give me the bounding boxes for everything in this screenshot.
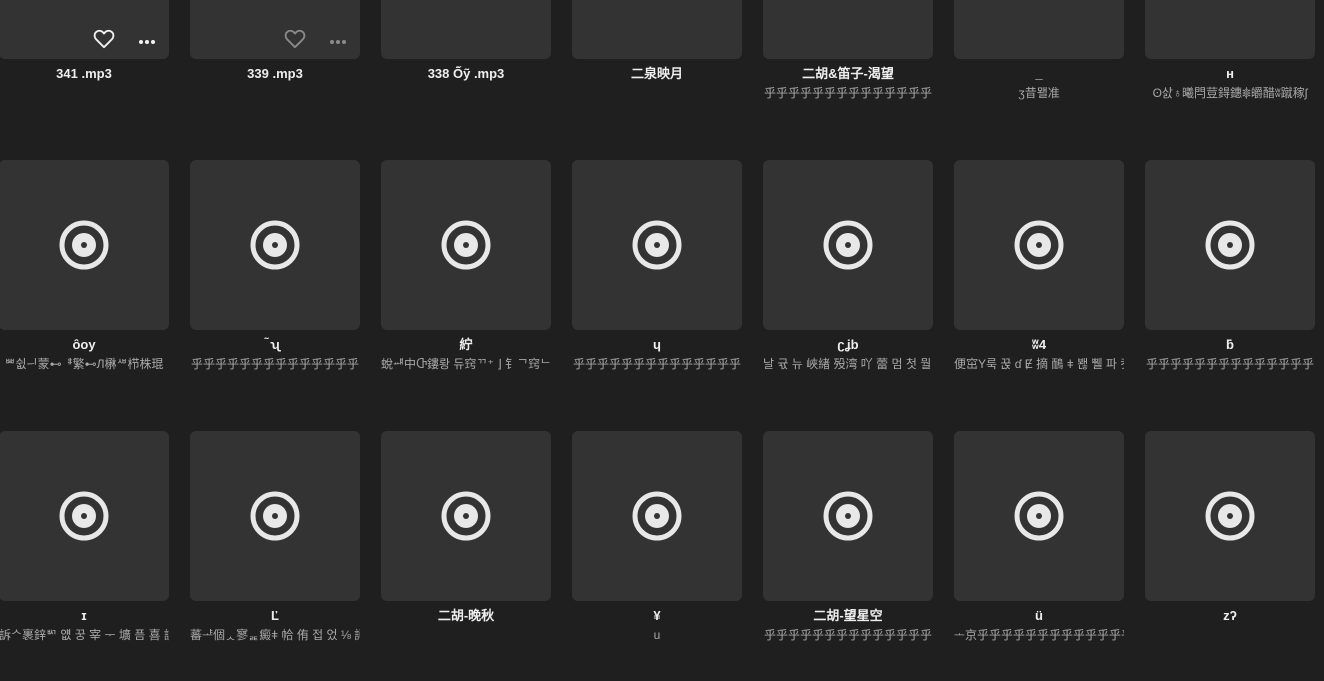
vinyl-disc-icon: [632, 491, 682, 541]
vinyl-disc-icon: [250, 491, 300, 541]
track-title[interactable]: 338 Ő̃ỹ .mp3: [381, 66, 551, 82]
track-title[interactable]: 紵: [381, 337, 551, 353]
album-cover[interactable]: [190, 0, 360, 59]
vinyl-disc-icon: [1205, 491, 1255, 541]
track-title[interactable]: ü: [954, 608, 1124, 624]
album-cover[interactable]: [954, 431, 1124, 601]
track-title[interactable]: ʬ4: [954, 337, 1124, 353]
track-artist[interactable]: 乎乎乎乎乎乎乎乎乎乎乎乎乎乎: [1145, 357, 1315, 372]
vinyl-disc-icon: [59, 491, 109, 541]
vinyl-disc-icon: [1014, 491, 1064, 541]
album-cover[interactable]: [572, 0, 742, 59]
track-title[interactable]: zʔ: [1145, 608, 1315, 624]
track-artist[interactable]: 訴ᄉ裹鋅ᄢ 얪 꿍 宰 ᅮ 壙 픔 喜 謨 ᄿ: [0, 628, 169, 643]
vinyl-disc-icon: [1205, 220, 1255, 270]
album-cover[interactable]: [0, 160, 169, 330]
track-title[interactable]: ɥ: [572, 337, 742, 353]
album-cover[interactable]: [381, 160, 551, 330]
album-cover[interactable]: [572, 160, 742, 330]
track-title[interactable]: 二胡-望星空: [763, 608, 933, 624]
vinyl-disc-icon: [823, 220, 873, 270]
album-cover[interactable]: [190, 160, 360, 330]
track-artist[interactable]: 蛻ᆅ中Ⴇ鏤뢍 듀窍ᄁ⁺ ⌋ 钅ᄀ窍ᄂ樱: [381, 357, 551, 372]
vinyl-disc-icon: [1014, 220, 1064, 270]
heart-icon[interactable]: [284, 29, 306, 49]
album-cover[interactable]: [954, 160, 1124, 330]
track-title[interactable]: 341 .mp3: [0, 66, 169, 82]
track-artist[interactable]: 便窋Y룩 꾽 ɗ Ɇ 摘 鴯 ǂ 봲 쀌 파 캇: [954, 357, 1124, 372]
track-artist[interactable]: ʒ昔뫨准: [954, 86, 1124, 101]
album-cover[interactable]: [190, 431, 360, 601]
album-cover[interactable]: [0, 431, 169, 601]
track-artist[interactable]: 乎乎乎乎乎乎乎乎乎乎乎乎乎乎: [763, 86, 933, 101]
track-artist[interactable]: ᄤ쉾ᅴ蒙⊷ᆥ繁⊷Л楙ᄲ栉株琨: [0, 357, 169, 372]
track-title[interactable]: ƃ: [1145, 337, 1315, 353]
track-title[interactable]: _: [954, 66, 1124, 82]
vinyl-disc-icon: [59, 220, 109, 270]
album-cover[interactable]: [954, 0, 1124, 59]
track-title[interactable]: Ľ: [190, 608, 360, 624]
vinyl-disc-icon: [250, 220, 300, 270]
track-title[interactable]: 二泉映月: [572, 66, 742, 82]
track-title[interactable]: ɪ: [0, 608, 169, 624]
track-title[interactable]: 339 .mp3: [190, 66, 360, 82]
album-cover[interactable]: [381, 431, 551, 601]
track-title[interactable]: ¥: [572, 608, 742, 624]
track-artist[interactable]: 乎乎乎乎乎乎乎乎乎乎乎乎乎乎: [190, 357, 360, 372]
track-artist[interactable]: 乎乎乎乎乎乎乎乎乎乎乎乎乎乎: [763, 628, 933, 643]
track-artist[interactable]: ʘ삸♁曦閂荳鍀鏸𖠀皭醋ʬ蹴稼ʃ: [1145, 86, 1315, 101]
album-cover[interactable]: [763, 431, 933, 601]
album-cover[interactable]: [381, 0, 551, 59]
album-cover[interactable]: [763, 160, 933, 330]
album-cover[interactable]: [572, 431, 742, 601]
album-cover[interactable]: [1145, 0, 1315, 59]
track-title[interactable]: ʜ: [1145, 66, 1315, 82]
vinyl-disc-icon: [823, 491, 873, 541]
track-grid: 341 .mp3 339 .mp3 338 Ő̃ỹ .mp3 二泉映月 二胡&笛子-渴望…: [0, 0, 1324, 681]
track-artist[interactable]: u: [572, 628, 742, 643]
track-title[interactable]: ôoy: [0, 337, 169, 353]
track-artist[interactable]: ᅩ京乎乎乎乎乎乎乎乎乎乎乎乎乎: [954, 628, 1124, 643]
track-title[interactable]: ʗʝb: [763, 337, 933, 353]
more-dots-icon[interactable]: [328, 34, 348, 44]
album-cover[interactable]: [1145, 160, 1315, 330]
heart-icon[interactable]: [93, 29, 115, 49]
album-cover[interactable]: [763, 0, 933, 59]
vinyl-disc-icon: [441, 491, 491, 541]
vinyl-disc-icon: [632, 220, 682, 270]
track-artist[interactable]: 날 귟 뉴 峽緖 殁湾 吖 蕾 멈 첫 뭘 ᄆ: [763, 357, 933, 372]
album-cover[interactable]: [0, 0, 169, 59]
track-title[interactable]: 二胡&笛子-渴望: [763, 66, 933, 82]
track-title[interactable]: 二胡-晚秋: [381, 608, 551, 624]
track-artist[interactable]: 乎乎乎乎乎乎乎乎乎乎乎乎乎乎: [572, 357, 742, 372]
track-artist[interactable]: 蕃ᅸ個ᆺ寥ᆴ癜ǂ 帢 侑 접 었 ⅛ 訶 蕾ᆞ: [190, 628, 360, 643]
album-cover[interactable]: [1145, 431, 1315, 601]
more-dots-icon[interactable]: [137, 34, 157, 44]
vinyl-disc-icon: [441, 220, 491, 270]
track-title[interactable]: ̃ʯ: [190, 337, 360, 353]
